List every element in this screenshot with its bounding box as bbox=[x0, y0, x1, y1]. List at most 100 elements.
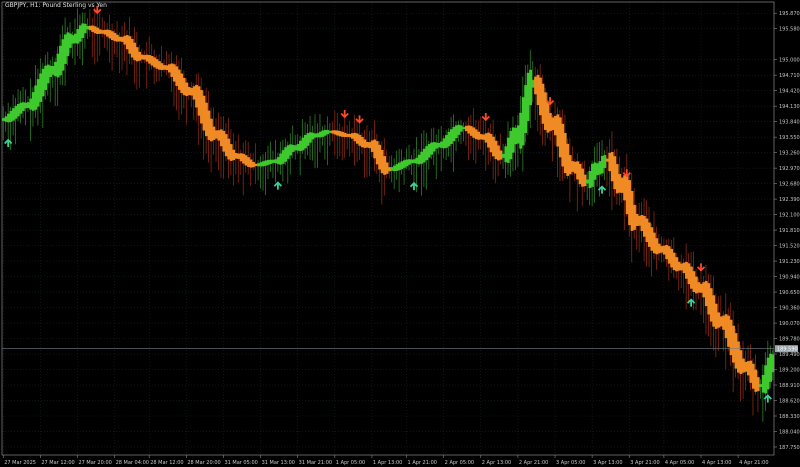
candle-body bbox=[328, 130, 332, 133]
candle-body bbox=[281, 150, 285, 164]
time-axis-label: 28 Mar 12:00 bbox=[150, 460, 183, 466]
candle-body bbox=[709, 288, 713, 322]
candle-body bbox=[279, 153, 283, 165]
candle-body bbox=[162, 65, 166, 70]
candle-body bbox=[494, 140, 498, 160]
candle-body bbox=[264, 160, 268, 166]
candle-body bbox=[398, 162, 401, 171]
candle-body bbox=[546, 102, 550, 133]
candle-body bbox=[685, 261, 688, 279]
sell-arrow-icon bbox=[340, 109, 349, 119]
candle-body bbox=[586, 179, 589, 184]
candle-body bbox=[558, 117, 562, 158]
candle-body bbox=[598, 161, 602, 175]
candle-body bbox=[16, 104, 20, 117]
candle-body bbox=[751, 363, 755, 389]
price-axis-label: 189.490 bbox=[779, 352, 800, 358]
candle-body bbox=[205, 102, 208, 137]
candle-body bbox=[269, 159, 273, 164]
price-axis-label: 190.940 bbox=[779, 275, 800, 281]
price-axis-label: 193.260 bbox=[779, 151, 800, 157]
candle-body bbox=[346, 133, 349, 137]
candle-body bbox=[7, 113, 10, 123]
candle-body bbox=[489, 133, 493, 153]
candle-body bbox=[764, 365, 768, 394]
time-axis-label: 4 Apr 21:00 bbox=[739, 460, 768, 466]
candle-body bbox=[224, 134, 228, 157]
candle-body bbox=[573, 161, 577, 174]
price-axis-label: 189.200 bbox=[779, 368, 800, 374]
candle-body bbox=[647, 222, 651, 247]
price-axis-label: 192.100 bbox=[779, 213, 800, 219]
candle-body bbox=[197, 86, 201, 116]
candle-body bbox=[252, 161, 255, 168]
price-axis-label: 191.520 bbox=[779, 244, 800, 250]
candle-body bbox=[348, 133, 352, 138]
candle-body bbox=[2, 118, 5, 121]
candle-body bbox=[271, 159, 275, 163]
chart-window[interactable]: 195.870 195.580 195.000 194.710 194.420 194.1… bbox=[0, 0, 800, 467]
candle-body bbox=[662, 245, 666, 255]
candle-body bbox=[145, 54, 149, 62]
candle-body bbox=[578, 163, 582, 185]
candle-body bbox=[615, 164, 619, 194]
price-axis-label: 195.000 bbox=[779, 58, 800, 64]
candle-body bbox=[588, 171, 592, 189]
candle-body bbox=[689, 266, 693, 289]
candle-body bbox=[511, 127, 515, 153]
candle-body bbox=[291, 144, 295, 152]
candle-body bbox=[563, 133, 567, 174]
candle-body bbox=[46, 64, 50, 84]
candle-body bbox=[534, 76, 537, 95]
candle-body bbox=[677, 261, 681, 271]
candle-body bbox=[190, 88, 194, 96]
candle-body bbox=[214, 130, 218, 139]
time-axis-label: 3 Apr 05:00 bbox=[556, 460, 585, 466]
candle-body bbox=[336, 130, 339, 136]
price-chart[interactable]: 195.870 195.580 195.000 194.710 194.420 194.1… bbox=[0, 0, 800, 467]
candle-body bbox=[353, 132, 357, 142]
price-axis-label: 190.650 bbox=[779, 290, 800, 296]
candle-body bbox=[130, 38, 134, 58]
candle-body bbox=[98, 29, 102, 34]
candle-body bbox=[477, 131, 481, 140]
candle-body bbox=[741, 358, 745, 373]
price-axis-label: 191.810 bbox=[779, 228, 800, 234]
candle-body bbox=[474, 129, 478, 140]
candle-body bbox=[148, 55, 151, 64]
candle-body bbox=[135, 47, 139, 62]
candle-body bbox=[650, 227, 654, 251]
candle-body bbox=[454, 125, 458, 139]
candle-body bbox=[544, 92, 547, 130]
candle-body bbox=[266, 159, 270, 165]
time-axis-label: 27 Mar 2025 bbox=[4, 460, 36, 466]
candle-body bbox=[115, 34, 119, 42]
candle-body bbox=[155, 59, 159, 69]
candle-body bbox=[445, 135, 448, 148]
candle-body bbox=[744, 361, 748, 372]
candle-body bbox=[165, 65, 169, 71]
candle-body bbox=[519, 112, 523, 149]
candle-body bbox=[321, 130, 325, 137]
candle-body bbox=[29, 98, 33, 110]
price-axis-label: 192.390 bbox=[779, 197, 800, 203]
candle-body bbox=[610, 151, 614, 182]
candle-body bbox=[749, 360, 753, 383]
candle-body bbox=[232, 149, 236, 161]
candle-body bbox=[400, 161, 404, 170]
candle-body bbox=[261, 161, 265, 167]
candle-body bbox=[417, 154, 421, 165]
candle-body bbox=[249, 159, 253, 168]
candle-body bbox=[128, 36, 132, 54]
time-axis-label: 2 Apr 05:00 bbox=[445, 460, 474, 466]
candle-body bbox=[41, 68, 45, 97]
candle-body bbox=[712, 295, 716, 327]
candle-body bbox=[360, 137, 364, 148]
candle-body bbox=[561, 123, 565, 167]
candle-body bbox=[501, 153, 505, 158]
candle-body bbox=[301, 137, 305, 151]
candle-body bbox=[714, 303, 718, 329]
price-axis-label: 190.070 bbox=[779, 321, 800, 327]
candle-body bbox=[548, 113, 552, 132]
candle-body bbox=[363, 139, 367, 148]
